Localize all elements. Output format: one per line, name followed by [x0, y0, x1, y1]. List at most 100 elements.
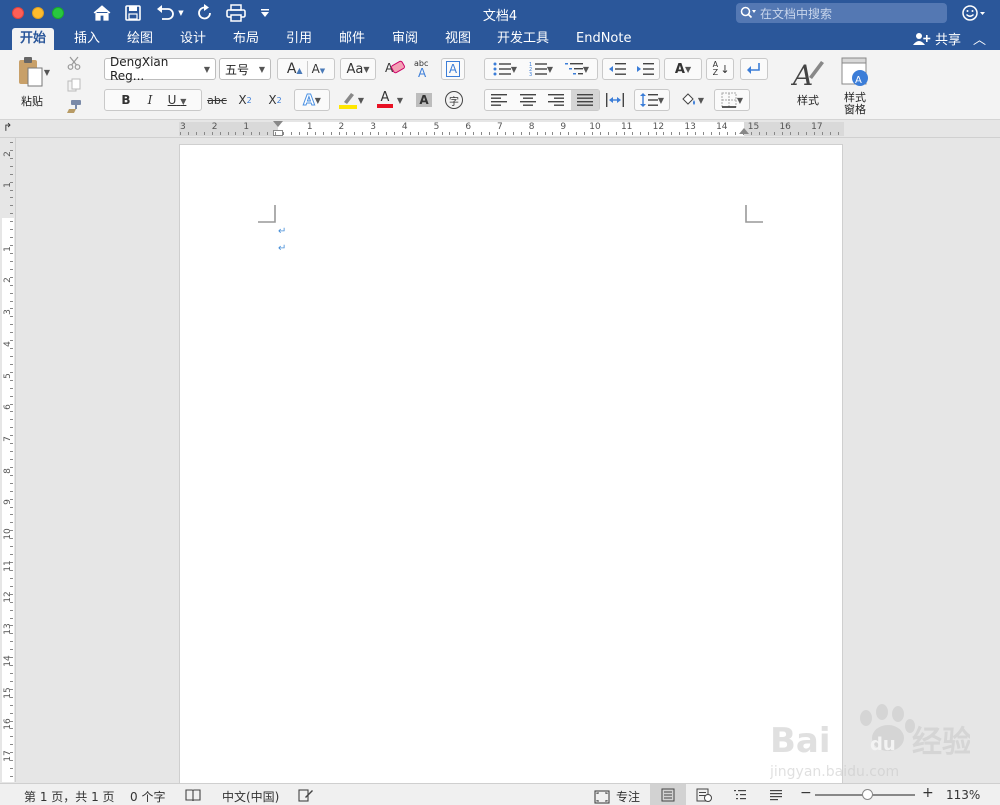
text-effects-button[interactable]: A ▼ — [294, 89, 330, 111]
tab-insert[interactable]: 插入 — [66, 28, 108, 50]
bold-button[interactable]: B — [114, 93, 138, 107]
tab-view[interactable]: 视图 — [437, 28, 479, 50]
search-input[interactable]: 在文档中搜索 — [736, 3, 947, 23]
bullet-list-icon — [493, 62, 511, 76]
align-left-button[interactable] — [485, 94, 514, 106]
horizontal-ruler[interactable]: ↱ 3 2 1 1 2 3 4 5 6 7 8 9 10 11 12 13 14 15 16 17 — [0, 120, 1000, 138]
cut-icon[interactable] — [64, 54, 84, 72]
tab-references[interactable]: 引用 — [278, 28, 320, 50]
print-layout-view-button[interactable] — [650, 784, 686, 805]
char-border-button[interactable]: A — [441, 58, 465, 80]
close-window-button[interactable] — [12, 7, 24, 19]
bullet-list-button[interactable]: ▼ — [487, 62, 523, 76]
vertical-ruler-tick — [10, 332, 13, 334]
smiley-feedback-icon[interactable] — [962, 4, 986, 25]
ruler-tick — [504, 132, 506, 135]
align-center-button[interactable] — [514, 94, 543, 106]
numbered-list-button[interactable]: 1 2 3 ▼ — [523, 62, 559, 76]
tab-layout[interactable]: 布局 — [225, 28, 267, 50]
vertical-ruler[interactable]: 2 1 1 2 3 4 5 6 7 8 9 10 11 12 13 14 15 16 17 — [0, 138, 16, 782]
subscript-button[interactable]: X2 — [232, 89, 258, 111]
increase-indent-button[interactable] — [631, 62, 659, 76]
vertical-ruler-tick — [10, 546, 13, 548]
tab-design[interactable]: 设计 — [172, 28, 214, 50]
shading-button[interactable]: ▼ — [674, 89, 710, 111]
ruler-tick — [544, 132, 546, 135]
minimize-window-button[interactable] — [32, 7, 44, 19]
distributed-button[interactable] — [602, 89, 628, 111]
vertical-ruler-tick — [10, 213, 13, 215]
vertical-ruler-tick — [10, 292, 13, 294]
font-size-combo[interactable]: 五号 ▼ — [219, 58, 271, 80]
language-status[interactable]: 中文(中国) — [222, 788, 279, 805]
svg-text:A: A — [418, 66, 427, 78]
italic-button[interactable]: I — [138, 93, 162, 107]
zoom-level[interactable]: 113% — [946, 788, 980, 802]
redo-icon[interactable] — [195, 3, 215, 23]
show-marks-button[interactable] — [740, 58, 768, 80]
font-color-button[interactable]: A ▼ — [372, 89, 408, 111]
text-direction-button[interactable]: A ▼ — [664, 58, 702, 80]
track-changes-icon[interactable] — [298, 788, 314, 805]
paste-button[interactable]: ▼ — [10, 54, 56, 90]
enclose-char-button[interactable]: 字 — [441, 89, 467, 111]
ruler-tick — [750, 132, 752, 135]
ruler-tick — [219, 132, 221, 135]
word-count[interactable]: 0 个字 — [130, 788, 165, 805]
tab-home[interactable]: 开始 — [12, 28, 55, 50]
zoom-out-button[interactable]: − — [800, 785, 812, 801]
outline-view-button[interactable] — [722, 784, 758, 805]
tab-endnote[interactable]: EndNote — [568, 28, 639, 50]
first-line-indent-marker[interactable] — [273, 121, 283, 127]
phonetic-guide-icon[interactable]: abc A — [410, 57, 436, 79]
customize-toolbar-icon[interactable] — [258, 3, 272, 23]
focus-button[interactable]: 专注 — [594, 788, 640, 805]
tab-review[interactable]: 审阅 — [384, 28, 426, 50]
tab-mailings[interactable]: 邮件 — [331, 28, 373, 50]
format-painter-icon[interactable] — [64, 97, 84, 115]
save-icon[interactable] — [123, 3, 143, 23]
clear-formatting-icon[interactable]: A — [382, 57, 408, 79]
page-count[interactable]: 第 1 页，共 1 页 — [24, 788, 115, 805]
share-button[interactable]: 共享 ︿ — [912, 29, 986, 48]
vertical-ruler-tick — [10, 601, 13, 603]
styles-button[interactable]: A — [788, 54, 830, 94]
zoom-slider-handle[interactable] — [862, 789, 873, 800]
maximize-window-button[interactable] — [52, 7, 64, 19]
web-layout-view-button[interactable] — [686, 784, 722, 805]
proofing-icon[interactable] — [185, 788, 201, 805]
tab-developer[interactable]: 开发工具 — [489, 28, 557, 50]
zoom-in-button[interactable]: + — [922, 785, 934, 801]
superscript-button[interactable]: X2 — [262, 89, 288, 111]
grow-font-button[interactable]: A▲ — [287, 61, 303, 77]
collapse-ribbon-icon[interactable]: ︿ — [973, 29, 986, 48]
shrink-font-button[interactable]: A▼ — [312, 62, 326, 76]
line-spacing-button[interactable]: ▼ — [634, 89, 670, 111]
align-right-button[interactable] — [542, 94, 571, 106]
decrease-indent-button[interactable] — [603, 62, 631, 76]
tab-draw[interactable]: 绘图 — [119, 28, 161, 50]
vertical-ruler-tick — [10, 617, 13, 619]
draft-view-button[interactable] — [758, 784, 794, 805]
sort-button[interactable]: A Z ↓ — [706, 58, 734, 80]
copy-icon[interactable] — [64, 76, 84, 94]
styles-pane-button[interactable]: A — [838, 54, 872, 90]
char-shading-button[interactable]: A — [412, 89, 436, 111]
strikethrough-button[interactable]: abc — [204, 89, 230, 111]
undo-icon[interactable]: ▼ — [154, 3, 186, 23]
vertical-ruler-tick — [10, 760, 13, 762]
tab-selector-icon[interactable]: ↱ — [3, 122, 15, 134]
font-name-combo[interactable]: DengXian Reg... ▼ — [104, 55, 216, 83]
justify-button[interactable] — [570, 90, 599, 110]
ruler-number: 10 — [589, 122, 601, 132]
underline-button[interactable]: U ▼ — [162, 93, 192, 107]
print-icon[interactable] — [225, 3, 247, 23]
ruler-number: 2 — [338, 122, 345, 132]
highlight-button[interactable]: ▼ — [332, 89, 370, 111]
home-icon[interactable] — [92, 3, 112, 23]
document-page[interactable]: ↵ ↵ — [179, 144, 843, 784]
change-case-button[interactable]: Aa ▼ — [340, 58, 376, 80]
borders-button[interactable]: ▼ — [714, 89, 750, 111]
print-layout-icon — [661, 788, 675, 802]
multilevel-list-button[interactable]: ▼ — [559, 62, 595, 76]
